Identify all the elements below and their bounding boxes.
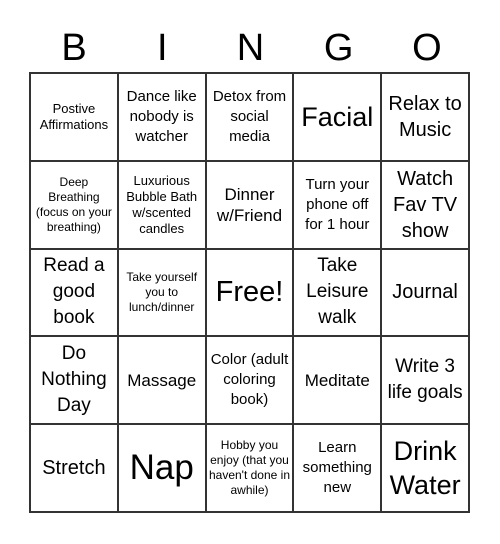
bingo-cell[interactable]: Learn something new [293, 424, 382, 512]
bingo-cell[interactable]: Luxurious Bubble Bath w/scented candles [117, 160, 206, 249]
bingo-cell[interactable]: Drink Water [381, 424, 469, 512]
bingo-cell[interactable]: Dance like nobody is watcher [117, 73, 206, 161]
bingo-cell[interactable]: Hobby you enjoy (that you haven't done i… [205, 424, 294, 512]
bingo-cell[interactable]: Read a good book [30, 248, 118, 337]
bingo-cell[interactable]: Relax to Music [381, 73, 469, 161]
bingo-cell[interactable]: Nap [117, 424, 206, 512]
bingo-cell[interactable]: Detox from social media [205, 73, 294, 161]
bingo-cell[interactable]: Color (adult coloring book) [205, 336, 294, 425]
header-letter-o: O [412, 27, 442, 69]
bingo-cell[interactable]: Postive Affirmations [30, 73, 118, 161]
bingo-cell[interactable]: Take Leisure walk [293, 248, 382, 337]
header-letter-g: G [323, 27, 354, 69]
bingo-cell[interactable]: Dinner w/Friend [205, 160, 294, 249]
header-letter-i: I [157, 27, 168, 69]
bingo-cell[interactable]: Journal [381, 248, 469, 337]
bingo-cell[interactable]: Stretch [30, 424, 118, 512]
header-letter-b: B [61, 27, 87, 69]
bingo-cell[interactable]: Facial [293, 73, 382, 161]
bingo-cell[interactable]: Meditate [293, 336, 382, 425]
bingo-cell[interactable]: Turn your phone off for 1 hour [293, 160, 382, 249]
bingo-header: B I N G O [30, 22, 471, 74]
bingo-card: Postive Affirmations Dance like nobody i… [29, 72, 470, 513]
bingo-cell[interactable]: Deep Breathing (focus on your breathing) [30, 160, 118, 249]
free-space[interactable]: Free! [205, 248, 294, 337]
bingo-cell[interactable]: Take yourself you to lunch/dinner [117, 248, 206, 337]
bingo-cell[interactable]: Write 3 life goals [381, 336, 469, 425]
header-letter-n: N [236, 27, 265, 69]
bingo-cell[interactable]: Do Nothing Day [30, 336, 118, 425]
bingo-cell[interactable]: Massage [117, 336, 206, 425]
bingo-cell[interactable]: Watch Fav TV show [381, 160, 469, 249]
